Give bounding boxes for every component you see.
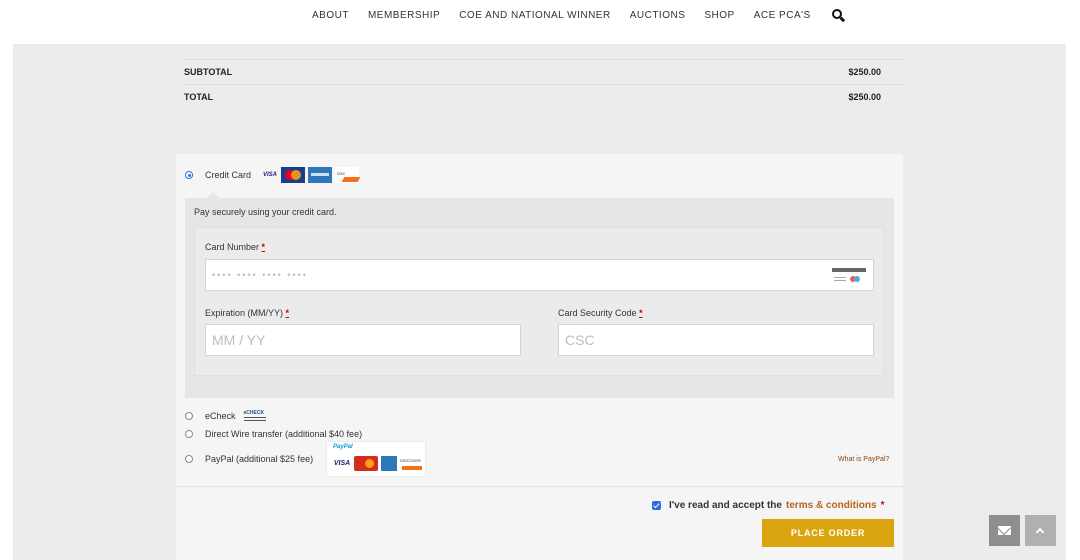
subtotal-value: $250.00 (848, 67, 881, 77)
nav-item-coe[interactable]: COE AND NATIONAL WINNER (459, 10, 611, 22)
nav-item-auctions[interactable]: AUCTIONS (630, 10, 686, 22)
terms-agreement: I've read and accept the terms & conditi… (652, 500, 884, 511)
credit-card-label: Credit Card (205, 170, 252, 180)
paypal-logos: PayPal VISA DISCOVER (326, 441, 426, 477)
nav-menu: ABOUT MEMBERSHIP COE AND NATIONAL WINNER… (312, 9, 865, 23)
visa-logo: VISA (263, 172, 278, 178)
card-number-label: Card Number * (205, 242, 266, 252)
mastercard-logo (281, 167, 306, 183)
subtotal-label: SUBTOTAL (184, 67, 233, 77)
subtotal-row: SUBTOTAL $250.00 (183, 59, 903, 84)
terms-checkbox[interactable] (652, 501, 661, 510)
card-fields: Card Number * •••• •••• •••• •••• Expira… (194, 227, 884, 376)
required-mark: * (639, 308, 643, 318)
what-is-paypal-link[interactable]: What is PayPal? (838, 456, 889, 463)
card-logos: VISA DISC (259, 167, 360, 183)
payment-method-credit-card[interactable]: Credit Card VISA DISC (185, 167, 360, 183)
csc-input[interactable]: CSC (558, 324, 874, 356)
echeck-radio[interactable] (185, 412, 193, 420)
expiration-input[interactable]: MM / YY (205, 324, 521, 356)
nav-item-shop[interactable]: SHOP (704, 10, 734, 22)
amex-logo (381, 456, 397, 471)
page-edge (1066, 44, 1080, 560)
paypal-logo: PayPal (333, 444, 353, 450)
nav-item-ace-pcas[interactable]: ACE PCA'S (754, 10, 811, 22)
discover-logo: DISC (335, 167, 360, 183)
paypal-label: PayPal (additional $25 fee) (205, 454, 314, 464)
wire-radio[interactable] (185, 430, 193, 438)
echeck-logo: eCHECK (243, 410, 266, 422)
nav-item-membership[interactable]: MEMBERSHIP (368, 10, 440, 22)
credit-card-radio[interactable] (185, 171, 193, 179)
credit-card-form: Pay securely using your credit card. Car… (185, 192, 894, 398)
top-navigation: ABOUT MEMBERSHIP COE AND NATIONAL WINNER… (0, 0, 1080, 44)
place-order-button[interactable]: PLACE ORDER (762, 519, 894, 547)
required-mark: * (880, 500, 885, 511)
echeck-label: eCheck (205, 411, 236, 421)
csc-label: Card Security Code * (558, 308, 643, 318)
expiration-label: Expiration (MM/YY) * (205, 308, 290, 318)
divider (176, 486, 903, 487)
wire-label: Direct Wire transfer (additional $40 fee… (205, 429, 363, 439)
nav-item-about[interactable]: ABOUT (312, 10, 349, 22)
credit-card-description: Pay securely using your credit card. (194, 207, 337, 217)
total-row: TOTAL $250.00 (183, 84, 903, 109)
payment-method-paypal[interactable]: PayPal (additional $25 fee) (185, 454, 313, 464)
required-mark: * (285, 308, 290, 318)
paypal-radio[interactable] (185, 455, 193, 463)
order-totals: SUBTOTAL $250.00 TOTAL $250.00 (183, 59, 903, 109)
total-label: TOTAL (184, 92, 214, 102)
terms-link[interactable]: terms & conditions (786, 500, 877, 511)
search-icon[interactable] (831, 9, 846, 23)
amex-logo (308, 167, 333, 183)
payment-method-wire[interactable]: Direct Wire transfer (additional $40 fee… (185, 429, 362, 439)
card-number-input[interactable]: •••• •••• •••• •••• (205, 259, 874, 291)
mail-icon[interactable] (989, 515, 1020, 546)
visa-logo: VISA (333, 460, 351, 467)
terms-text: I've read and accept the (669, 500, 782, 511)
card-generic-icon (832, 268, 866, 285)
payment-methods: Credit Card VISA DISC Pay securely using… (176, 154, 903, 560)
mastercard-logo (354, 456, 378, 471)
chevron-up-icon[interactable] (1025, 515, 1056, 546)
total-value: $250.00 (848, 92, 881, 102)
discover-logo: DISCOVER (400, 456, 424, 471)
required-mark: * (261, 242, 266, 252)
payment-method-echeck[interactable]: eCheck eCHECK (185, 410, 266, 422)
